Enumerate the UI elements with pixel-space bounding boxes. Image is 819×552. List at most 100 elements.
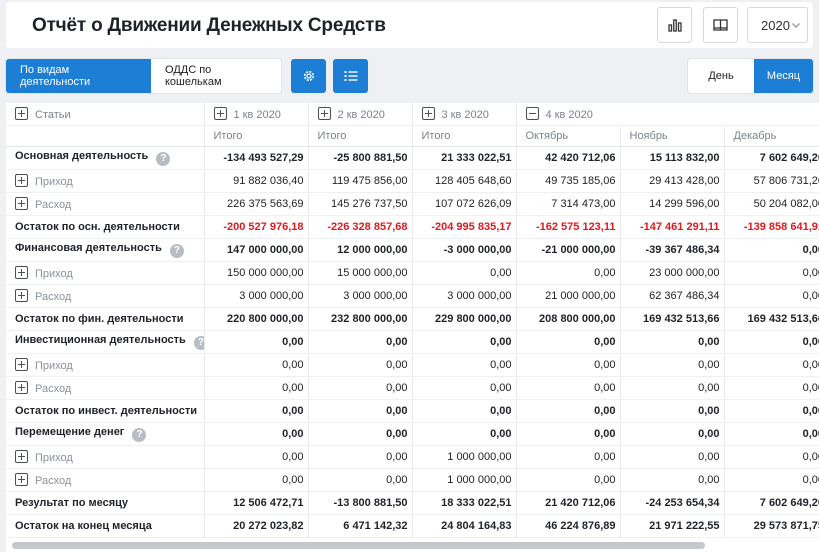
value-cell: 29 573 871,75 <box>723 514 819 538</box>
value-cell: 0,00 <box>411 422 516 446</box>
value-cell: 0,00 <box>203 399 308 423</box>
value-cell: 0,00 <box>515 445 620 469</box>
value-cell: 147 000 000,00 <box>203 238 308 262</box>
value-cell: -162 575 123,11 <box>515 215 620 239</box>
value-cell: 49 735 185,06 <box>515 169 620 193</box>
year-value: 2020 <box>761 17 790 33</box>
quarter-header-3[interactable]: 3 кв 2020 <box>411 103 516 126</box>
value-cell: 12 000 000,00 <box>307 238 412 262</box>
value-cell: 62 367 486,34 <box>619 284 724 308</box>
list-button[interactable] <box>333 59 368 93</box>
row-label: Приход <box>35 359 73 372</box>
row-label-cell[interactable]: Расход <box>6 192 204 216</box>
value-cell: 0,00 <box>515 261 620 285</box>
expand-icon[interactable] <box>15 357 28 371</box>
expand-icon[interactable] <box>15 265 28 279</box>
value-cell: 15 113 832,00 <box>619 146 724 170</box>
value-cell: 1 000 000,00 <box>411 445 516 469</box>
collapse-icon[interactable] <box>525 106 539 120</box>
value-cell: 21 333 022,51 <box>411 146 516 170</box>
expand-icon[interactable] <box>15 288 28 302</box>
value-cell: 50 204 082,00 <box>723 192 819 216</box>
value-cell: 0,00 <box>619 468 724 492</box>
value-cell: 0,00 <box>619 445 724 469</box>
table-row: Результат по месяцу 12 506 472,71 -13 800 … <box>6 491 819 515</box>
row-label: Результат по месяцу <box>15 496 129 509</box>
help-icon[interactable]: ? <box>132 427 147 442</box>
table-row: Приход 150 000 000,00 15 000 000,00 0,00 0,0… <box>6 261 819 285</box>
row-label-cell: Остаток по фин. деятельности <box>6 307 204 331</box>
row-label-cell: Остаток по осн. деятельности <box>6 215 204 239</box>
table-row: Перемещение денег? 0,00 0,00 0,00 0,00 0,00 0,… <box>6 422 819 446</box>
report-header: Отчёт о Движении Денежных Средств 2020 <box>6 2 813 48</box>
expand-icon[interactable] <box>15 196 28 210</box>
chart-button[interactable] <box>657 7 692 43</box>
tab-by-activity[interactable]: По видам деятельности <box>6 59 151 93</box>
expand-icon[interactable] <box>15 472 28 486</box>
value-cell: 0,00 <box>723 399 819 423</box>
row-label-cell[interactable]: Приход <box>6 261 204 285</box>
value-cell: 23 000 000,00 <box>619 261 724 285</box>
row-label-cell[interactable]: Расход <box>6 284 204 308</box>
value-cell: 3 000 000,00 <box>411 284 516 308</box>
expand-icon[interactable] <box>15 449 28 463</box>
quarter-header-1[interactable]: 1 кв 2020 <box>203 103 308 126</box>
row-label-cell[interactable]: Расход <box>6 376 204 400</box>
value-cell: 7 314 473,00 <box>515 192 620 216</box>
row-label: Остаток на конец месяца <box>15 519 152 532</box>
value-cell: 220 800 000,00 <box>203 307 308 331</box>
tab-day[interactable]: День <box>688 59 754 93</box>
expand-all-icon[interactable] <box>15 106 28 120</box>
value-cell: 0,00 <box>723 284 819 308</box>
value-cell: 0,00 <box>203 330 308 354</box>
row-label-cell: Основная деятельность? <box>6 146 204 170</box>
row-label-cell[interactable]: Приход <box>6 445 204 469</box>
row-label-cell[interactable]: Приход <box>6 353 204 377</box>
quarter-header-2[interactable]: 2 кв 2020 <box>307 103 412 126</box>
value-cell: 0,00 <box>411 330 516 354</box>
value-cell: 232 800 000,00 <box>307 307 412 331</box>
value-cell: -147 461 291,11 <box>619 215 724 239</box>
expand-icon[interactable] <box>213 106 227 120</box>
settings-button[interactable] <box>291 59 326 93</box>
value-cell: 229 800 000,00 <box>411 307 516 331</box>
value-cell: -139 858 641,91 <box>723 215 819 239</box>
value-cell: 0,00 <box>515 353 620 377</box>
value-cell: 14 299 596,00 <box>619 192 724 216</box>
value-cell: 7 602 649,20 <box>723 491 819 515</box>
horizontal-scrollbar[interactable] <box>12 542 705 549</box>
help-icon[interactable]: ? <box>169 243 184 258</box>
value-cell: 3 000 000,00 <box>307 284 412 308</box>
row-label-cell[interactable]: Расход <box>6 468 204 492</box>
value-cell: 0,00 <box>515 468 620 492</box>
period-tabs: День Месяц <box>688 59 813 93</box>
row-label: Перемещение денег <box>15 425 125 438</box>
row-label-cell[interactable]: Приход <box>6 169 204 193</box>
gear-icon <box>303 70 314 82</box>
value-cell: 0,00 <box>619 422 724 446</box>
value-cell: 20 272 023,82 <box>203 514 308 538</box>
table-row: Приход0,000,001 000 000,000,000,000,00 <box>6 445 819 469</box>
row-label: Расход <box>35 198 72 211</box>
view-tabs: По видам деятельности ОДДС по кошелькам <box>6 59 281 93</box>
expand-icon[interactable] <box>317 106 331 120</box>
year-select[interactable]: 2020 <box>747 7 808 43</box>
value-cell: 0,00 <box>307 422 412 446</box>
help-icon[interactable]: ? <box>193 335 204 350</box>
tab-by-wallets[interactable]: ОДДС по кошелькам <box>151 59 281 93</box>
value-cell: 145 276 737,50 <box>307 192 412 216</box>
articles-subheader <box>6 125 204 147</box>
bar-chart-icon <box>667 19 682 32</box>
value-cell: 21 000 000,00 <box>515 284 620 308</box>
table-body: Основная деятельность? -134 493 527,29 -25… <box>6 146 819 538</box>
help-book-button[interactable] <box>703 7 738 43</box>
expand-icon[interactable] <box>15 173 28 187</box>
tab-month[interactable]: Месяц <box>754 59 813 93</box>
value-cell: -226 328 857,68 <box>307 215 412 239</box>
expand-icon[interactable] <box>15 380 28 394</box>
row-label: Расход <box>35 474 72 487</box>
expand-icon[interactable] <box>421 106 435 120</box>
value-cell: 0,00 <box>203 468 308 492</box>
quarter-header-4[interactable]: 4 кв 2020 <box>515 103 819 126</box>
help-icon[interactable]: ? <box>156 151 171 166</box>
